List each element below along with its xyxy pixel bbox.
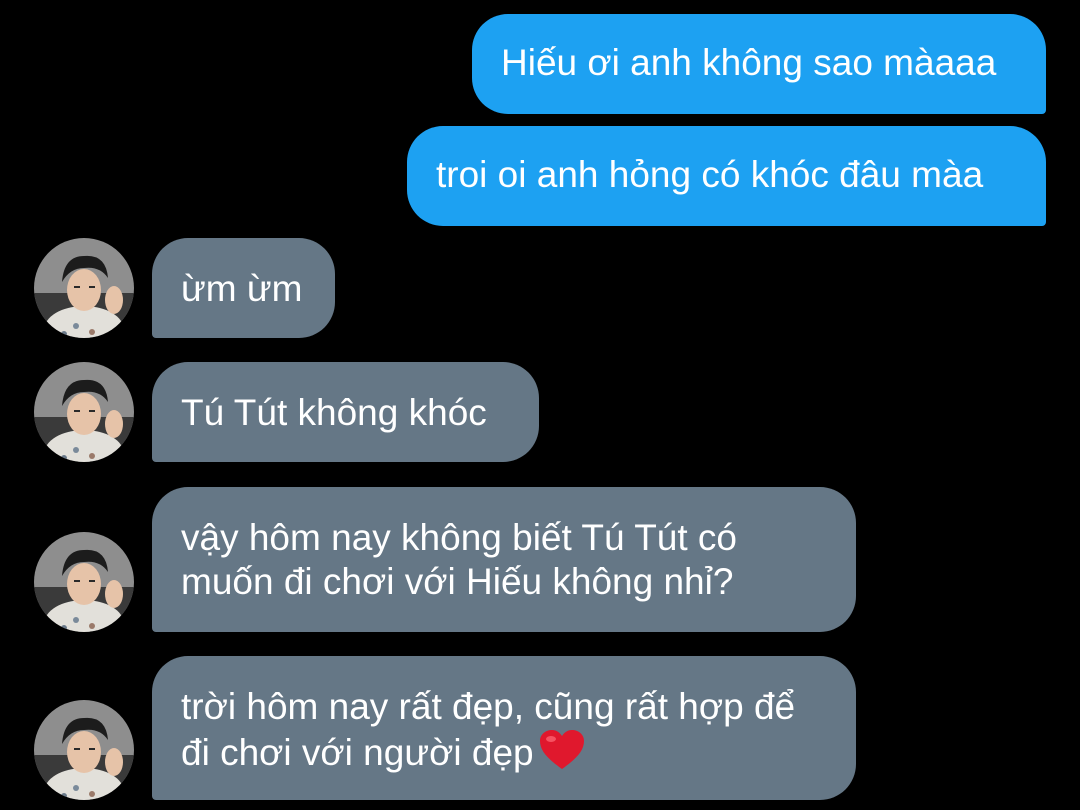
message-line: muốn đi chơi với Hiếu không nhỉ?	[181, 561, 734, 602]
received-message-bubble[interactable]: Tú Tút không khóc	[152, 362, 539, 462]
avatar[interactable]	[34, 238, 134, 338]
received-message-bubble[interactable]: vậy hôm nay không biết Tú Tút có muốn đi…	[152, 487, 856, 632]
avatar[interactable]	[34, 700, 134, 800]
red-heart-icon	[539, 730, 584, 769]
message-text: troi oi anh hỏng có khóc đâu màa	[436, 154, 984, 195]
sent-message-bubble[interactable]: troi oi anh hỏng có khóc đâu màa	[407, 126, 1046, 226]
sent-message-bubble[interactable]: Hiếu ơi anh không sao màaaa	[472, 14, 1046, 114]
profile-photo-icon	[34, 362, 134, 462]
avatar[interactable]	[34, 362, 134, 462]
received-message-bubble[interactable]: ừm ừm	[152, 238, 335, 338]
profile-photo-icon	[34, 700, 134, 800]
avatar[interactable]	[34, 532, 134, 632]
message-line: trời hôm nay rất đẹp, cũng rất hợp để	[181, 686, 796, 727]
message-text: Hiếu ơi anh không sao màaaa	[501, 42, 997, 83]
message-line-text: đi chơi với người đẹp	[181, 732, 534, 773]
message-text: Tú Tút không khóc	[181, 392, 487, 433]
message-line: vậy hôm nay không biết Tú Tút có	[181, 517, 738, 558]
profile-photo-icon	[34, 238, 134, 338]
received-message-bubble[interactable]: trời hôm nay rất đẹp, cũng rất hợp để đi…	[152, 656, 856, 800]
profile-photo-icon	[34, 532, 134, 632]
message-line: đi chơi với người đẹp	[181, 729, 856, 775]
message-text: ừm ừm	[181, 268, 303, 309]
